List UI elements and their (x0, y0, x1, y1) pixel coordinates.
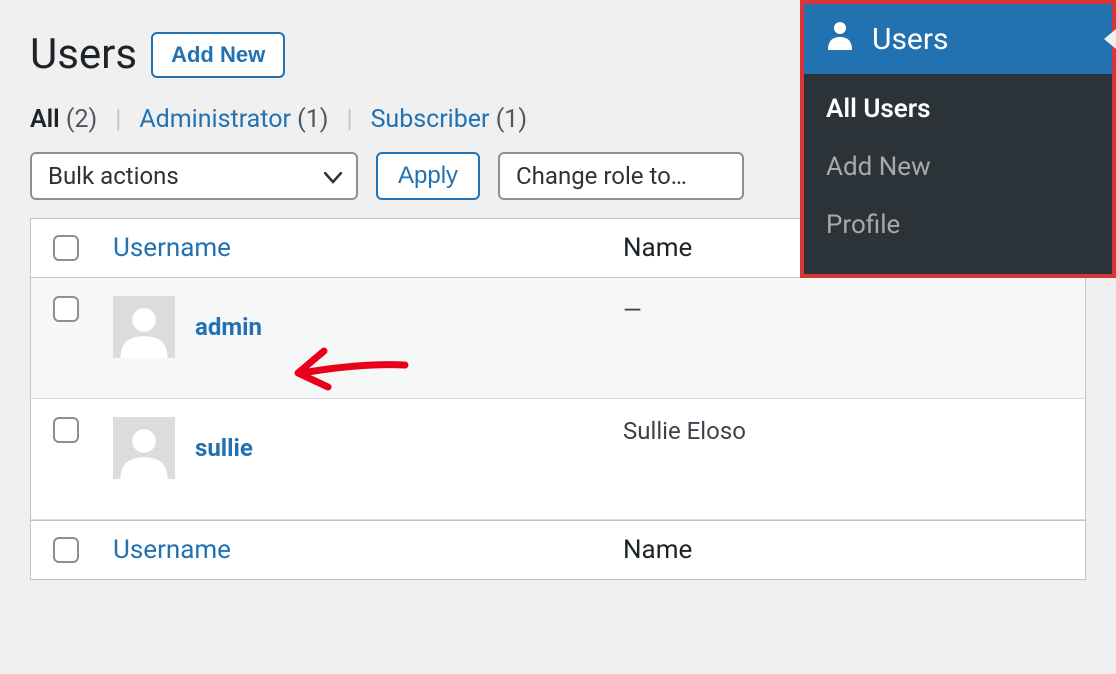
row-checkbox[interactable] (53, 296, 79, 322)
add-new-button[interactable]: Add New (151, 32, 285, 78)
apply-button[interactable]: Apply (376, 152, 480, 200)
sidebar-header[interactable]: Users (804, 4, 1112, 74)
avatar (113, 417, 175, 479)
username-link[interactable]: sullie (195, 434, 253, 462)
filter-all[interactable]: All (2) (30, 105, 97, 134)
user-icon (826, 20, 854, 58)
sidebar-title: Users (872, 22, 949, 57)
filter-administrator[interactable]: Administrator (1) (139, 105, 328, 134)
username-link[interactable]: admin (195, 313, 262, 341)
table-footer: Username Name (31, 520, 1085, 579)
sidebar-users-panel: Users All Users Add New Profile (800, 0, 1116, 278)
page-title: Users (30, 30, 137, 79)
sidebar-item-add-new[interactable]: Add New (804, 138, 1112, 196)
filter-all-count: (2) (66, 105, 97, 134)
column-username[interactable]: Username (113, 233, 623, 263)
table-row: sullie Sullie Eloso (31, 399, 1085, 520)
filter-sub-count: (1) (496, 105, 527, 134)
filter-admin-label: Administrator (139, 105, 291, 134)
change-role-select[interactable]: Change role to… (498, 152, 744, 200)
row-checkbox[interactable] (53, 417, 79, 443)
filter-all-label: All (30, 105, 60, 134)
select-all-checkbox-bottom[interactable] (53, 537, 79, 563)
filter-separator: | (115, 105, 121, 134)
caret-left-icon (1104, 29, 1116, 49)
avatar (113, 296, 175, 358)
sidebar-item-all-users[interactable]: All Users (804, 80, 1112, 138)
filter-subscriber[interactable]: Subscriber (1) (371, 105, 528, 134)
filter-sub-label: Subscriber (371, 105, 490, 134)
name-cell: Sullie Eloso (623, 417, 1063, 445)
chevron-down-icon (324, 162, 342, 190)
sidebar-item-profile[interactable]: Profile (804, 196, 1112, 268)
filter-separator: | (346, 105, 352, 134)
change-role-label: Change role to… (516, 162, 687, 190)
select-all-checkbox[interactable] (53, 235, 79, 261)
name-cell: — (623, 296, 1063, 324)
bulk-actions-label: Bulk actions (48, 162, 179, 190)
bulk-actions-select[interactable]: Bulk actions (30, 152, 358, 200)
filter-admin-count: (1) (297, 105, 328, 134)
column-username-bottom[interactable]: Username (113, 535, 623, 565)
column-name-bottom[interactable]: Name (623, 535, 1063, 565)
table-row: admin — (31, 278, 1085, 399)
